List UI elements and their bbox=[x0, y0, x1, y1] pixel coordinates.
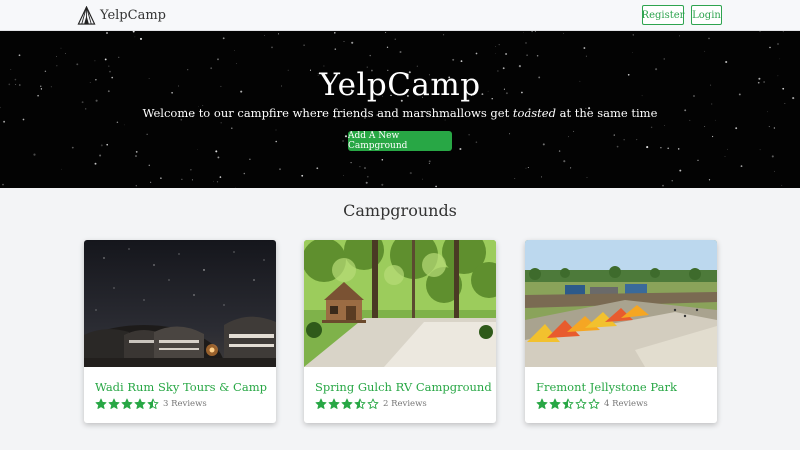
tent-icon bbox=[77, 5, 96, 25]
star-full-icon bbox=[108, 398, 120, 409]
hero-subtitle: Welcome to our campfire where friends an… bbox=[0, 106, 800, 120]
navbar: YelpCamp Register Login bbox=[0, 0, 800, 31]
star-full-icon bbox=[95, 398, 107, 409]
campground-rating: 2 Reviews bbox=[315, 397, 427, 411]
star-full-icon bbox=[536, 398, 548, 409]
star-full-icon bbox=[134, 398, 146, 409]
campground-image[interactable] bbox=[84, 240, 276, 367]
star-full-icon bbox=[328, 398, 340, 409]
star-empty-icon bbox=[367, 398, 379, 409]
star-full-icon bbox=[121, 398, 133, 409]
hero-subtitle-start: Welcome to our campfire where friends an… bbox=[142, 106, 513, 120]
star-rating bbox=[95, 398, 159, 410]
hero-subtitle-end: at the same time bbox=[555, 106, 658, 120]
star-half-icon bbox=[354, 398, 366, 409]
star-full-icon bbox=[549, 398, 561, 409]
review-count: 4 Reviews bbox=[604, 399, 648, 409]
hero-banner: YelpCamp Welcome to our campfire where f… bbox=[0, 31, 800, 188]
star-rating bbox=[315, 398, 379, 410]
campground-name[interactable]: Spring Gulch RV Campground bbox=[315, 380, 492, 394]
brand-link[interactable]: YelpCamp bbox=[77, 5, 166, 25]
star-rating bbox=[536, 398, 600, 410]
campground-rating: 4 Reviews bbox=[536, 397, 648, 411]
campground-rating: 3 Reviews bbox=[95, 397, 207, 411]
campground-image[interactable] bbox=[304, 240, 496, 367]
campground-card[interactable]: Spring Gulch RV Campground 2 Reviews bbox=[304, 240, 496, 423]
campground-card[interactable]: Wadi Rum Sky Tours & Camp 3 Reviews bbox=[84, 240, 276, 423]
campground-name[interactable]: Wadi Rum Sky Tours & Camp bbox=[95, 380, 267, 394]
star-half-icon bbox=[147, 398, 159, 409]
campground-card[interactable]: Fremont Jellystone Park 4 Reviews bbox=[525, 240, 717, 423]
hero-subtitle-emphasis: toasted bbox=[512, 106, 556, 120]
section-title: Campgrounds bbox=[343, 201, 457, 220]
star-full-icon bbox=[315, 398, 327, 409]
hero-title: YelpCamp bbox=[319, 67, 481, 103]
add-campground-button[interactable]: Add A New Campground bbox=[348, 131, 452, 151]
review-count: 3 Reviews bbox=[163, 399, 207, 409]
review-count: 2 Reviews bbox=[383, 399, 427, 409]
star-half-icon bbox=[562, 398, 574, 409]
register-button[interactable]: Register bbox=[642, 5, 684, 25]
login-button[interactable]: Login bbox=[691, 5, 722, 25]
brand-name: YelpCamp bbox=[100, 7, 166, 23]
star-empty-icon bbox=[575, 398, 587, 409]
star-empty-icon bbox=[588, 398, 600, 409]
campground-image[interactable] bbox=[525, 240, 717, 367]
star-full-icon bbox=[341, 398, 353, 409]
campground-name[interactable]: Fremont Jellystone Park bbox=[536, 380, 677, 394]
